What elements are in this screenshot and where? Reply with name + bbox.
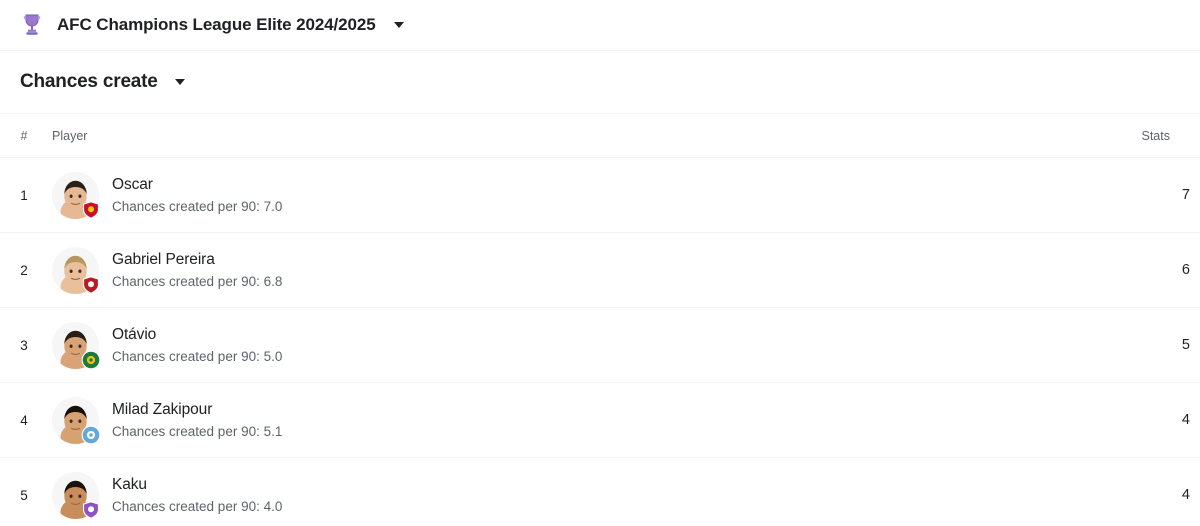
player-stat-description: Chances created per 90: 4.0 [112, 498, 283, 514]
player-stats-table: # Player Stats 1 Oscar Chances created per… [0, 114, 1200, 526]
player-names: Oscar Chances created per 90: 7.0 [112, 174, 282, 217]
table-row[interactable]: 1 Oscar Chances created per 90: 7.0 7 [0, 158, 1200, 233]
player-stat-value: 4 [1181, 412, 1190, 428]
player-name: Gabriel Pereira [112, 250, 215, 268]
player-name: Kaku [112, 475, 147, 493]
team-badge-icon [81, 350, 101, 370]
avatar [52, 321, 101, 370]
player-rank: 3 [20, 337, 28, 353]
table-row[interactable]: 4 Milad Zakipour Chances created per 90: 5… [0, 383, 1200, 458]
player-cell: Oscar Chances created per 90: 7.0 [48, 171, 1080, 220]
player-stat-value: 7 [1181, 187, 1190, 203]
player-name: Milad Zakipour [112, 400, 213, 418]
avatar [52, 471, 101, 520]
table-row[interactable]: 2 Gabriel Pereira Chances created per 90: … [0, 233, 1200, 308]
team-badge-icon [81, 500, 101, 520]
player-names: Otávio Chances created per 90: 5.0 [112, 324, 282, 367]
player-names: Gabriel Pereira Chances created per 90: 6… [112, 249, 282, 292]
player-rank: 5 [20, 487, 28, 503]
stat-selector[interactable]: Chances create [0, 51, 1200, 114]
player-stat-description: Chances created per 90: 5.0 [112, 348, 283, 364]
player-names: Kaku Chances created per 90: 4.0 [112, 474, 282, 517]
team-badge-icon [81, 425, 101, 445]
player-name: Otávio [112, 325, 157, 343]
avatar [52, 246, 101, 295]
player-stat-value: 5 [1181, 337, 1190, 353]
table-row[interactable]: 5 Kaku Chances created per 90: 4.0 4 [0, 458, 1200, 526]
player-names: Milad Zakipour Chances created per 90: 5.… [112, 399, 282, 442]
player-rank: 4 [20, 412, 28, 428]
player-cell: Kaku Chances created per 90: 4.0 [48, 471, 1080, 520]
player-stat-description: Chances created per 90: 6.8 [112, 273, 283, 289]
chevron-down-icon[interactable] [174, 79, 185, 85]
player-rank: 2 [20, 262, 28, 278]
column-header-player: Player [52, 128, 88, 143]
avatar [52, 396, 101, 445]
trophy-icon [20, 12, 44, 38]
player-cell: Gabriel Pereira Chances created per 90: 6… [48, 246, 1080, 295]
player-stat-description: Chances created per 90: 5.1 [112, 423, 283, 439]
column-header-stats: Stats [1141, 128, 1171, 143]
player-stat-description: Chances created per 90: 7.0 [112, 198, 283, 214]
player-name: Oscar [112, 175, 153, 193]
team-badge-icon [81, 200, 101, 220]
column-header-rank: # [20, 128, 28, 143]
table-row[interactable]: 3 Otávio Chances created per 90: 5.0 5 [0, 308, 1200, 383]
player-cell: Milad Zakipour Chances created per 90: 5.… [48, 396, 1080, 445]
table-body: 1 Oscar Chances created per 90: 7.0 7 2 Gabri… [0, 158, 1200, 526]
player-cell: Otávio Chances created per 90: 5.0 [48, 321, 1080, 370]
competition-header: AFC Champions League Elite 2024/2025 [0, 0, 1200, 51]
chevron-down-icon[interactable] [393, 22, 404, 28]
team-badge-icon [81, 275, 101, 295]
player-rank: 1 [20, 187, 28, 203]
competition-title: AFC Champions League Elite 2024/2025 [57, 15, 376, 34]
player-stat-value: 6 [1181, 262, 1190, 278]
avatar [52, 171, 101, 220]
table-header-row: # Player Stats [0, 114, 1200, 158]
player-stat-value: 4 [1181, 487, 1190, 503]
stat-selector-label: Chances create [20, 71, 158, 92]
